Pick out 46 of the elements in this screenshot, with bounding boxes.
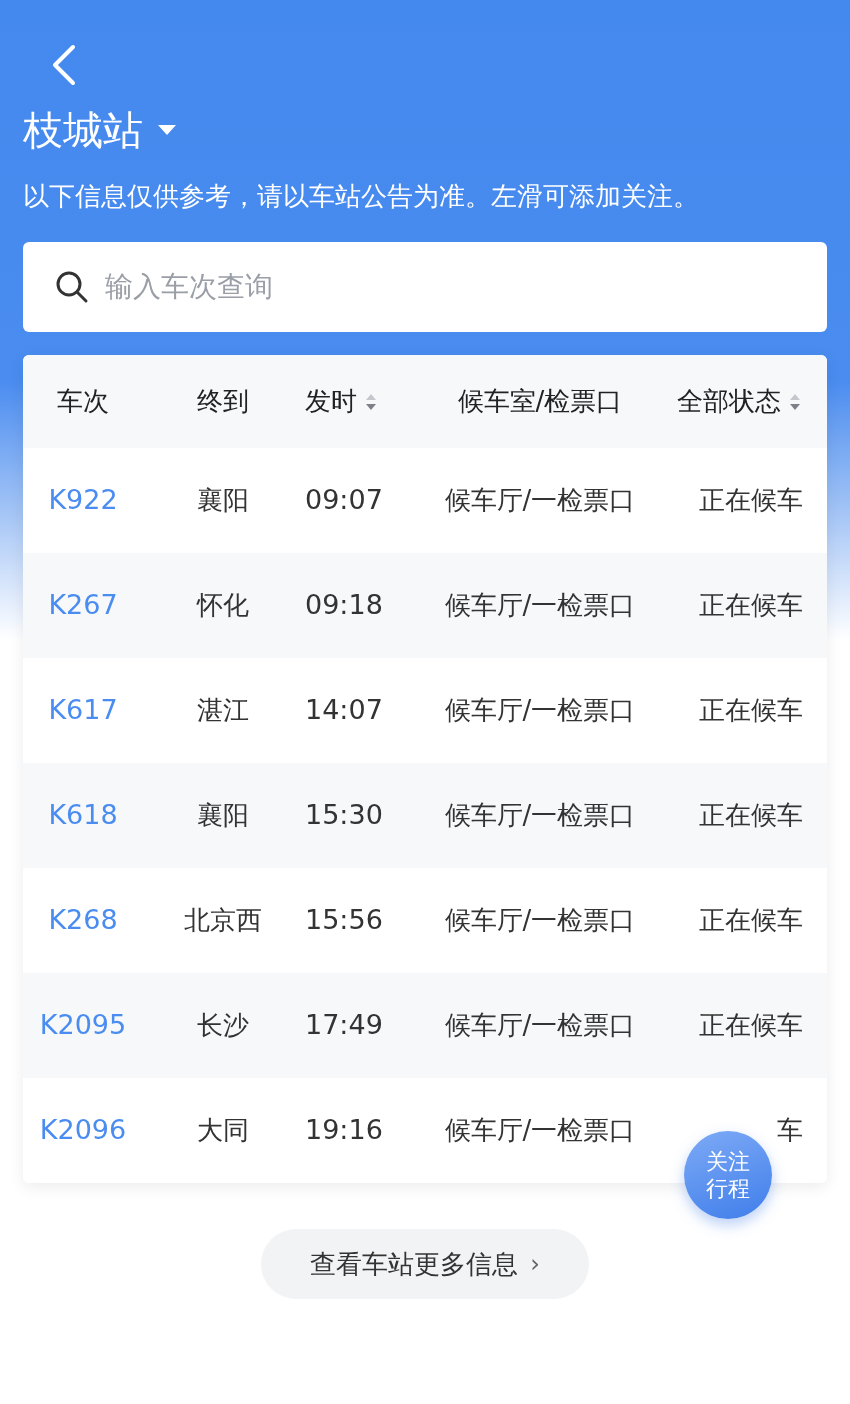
table-cell-text: 15:30 (305, 798, 383, 833)
column-header: 候车室/检票口 (457, 385, 623, 418)
table-cell-text: 09:07 (305, 483, 383, 518)
notice-text: 以下信息仅供参考，请以车站公告为准。左滑可添加关注。 (23, 180, 700, 213)
table-cell-text: 15:56 (305, 903, 383, 938)
table-cell-text: 正在候车 (699, 484, 803, 517)
table-cell-text: 09:18 (305, 588, 383, 623)
search-icon (55, 270, 89, 304)
table-cell-text: 正在候车 (699, 799, 803, 832)
train-row[interactable]: K268 北京西 15:56 候车厅/一检票口 正在候车 (23, 868, 827, 973)
table-cell-text: 14:07 (305, 693, 383, 728)
train-row[interactable]: K618 襄阳 15:30 候车厅/一检票口 正在候车 (23, 763, 827, 868)
train-row[interactable]: K2095 长沙 17:49 候车厅/一检票口 正在候车 (23, 973, 827, 1078)
table-cell-text: 候车厅/一检票口 (444, 904, 636, 937)
search-bar[interactable]: 输入车次查询 (23, 242, 827, 332)
table-cell-text: 19:16 (305, 1113, 383, 1148)
table-cell-text: 襄阳 (197, 799, 249, 832)
table-cell-text: 候车厅/一检票口 (444, 1114, 636, 1147)
table-cell-text: 车 (777, 1114, 803, 1147)
table-cell-text: 候车厅/一检票口 (444, 694, 636, 727)
train-row[interactable]: K922 襄阳 09:07 候车厅/一检票口 正在候车 (23, 448, 827, 553)
table-cell-text: 大同 (197, 1114, 249, 1147)
column-header[interactable]: 全部状态 (677, 382, 781, 421)
column-header: 终到 (197, 385, 249, 418)
table-cell-text: 正在候车 (699, 694, 803, 727)
more-info-button[interactable]: 查看车站更多信息 › (261, 1229, 589, 1299)
table-cell-text: 长沙 (197, 1009, 249, 1042)
table-cell-text: 17:49 (305, 1008, 383, 1043)
back-icon (51, 43, 77, 87)
table-cell-text: 襄阳 (197, 484, 249, 517)
table-cell-text: 候车厅/一检票口 (444, 799, 636, 832)
train-row[interactable]: K267 怀化 09:18 候车厅/一检票口 正在候车 (23, 553, 827, 658)
column-header[interactable]: 发时 (305, 382, 357, 421)
search-field[interactable]: 输入车次查询 (105, 266, 795, 308)
column-header: 车次 (57, 385, 109, 418)
caret-icon (157, 124, 177, 136)
table-cell-text: 湛江 (197, 694, 249, 727)
table-cell-text: 北京西 (184, 904, 262, 937)
table-cell-text: 正在候车 (699, 1009, 803, 1042)
table-cell-text: 正在候车 (699, 904, 803, 937)
table-cell-text: 正在候车 (699, 589, 803, 622)
train-row[interactable]: K617 湛江 14:07 候车厅/一检票口 正在候车 (23, 658, 827, 763)
table-cell-text: 怀化 (197, 589, 249, 622)
table-cell-text: 候车厅/一检票口 (444, 589, 636, 622)
table-cell-text: 候车厅/一检票口 (444, 1009, 636, 1042)
table-cell-text: 候车厅/一检票口 (444, 484, 636, 517)
